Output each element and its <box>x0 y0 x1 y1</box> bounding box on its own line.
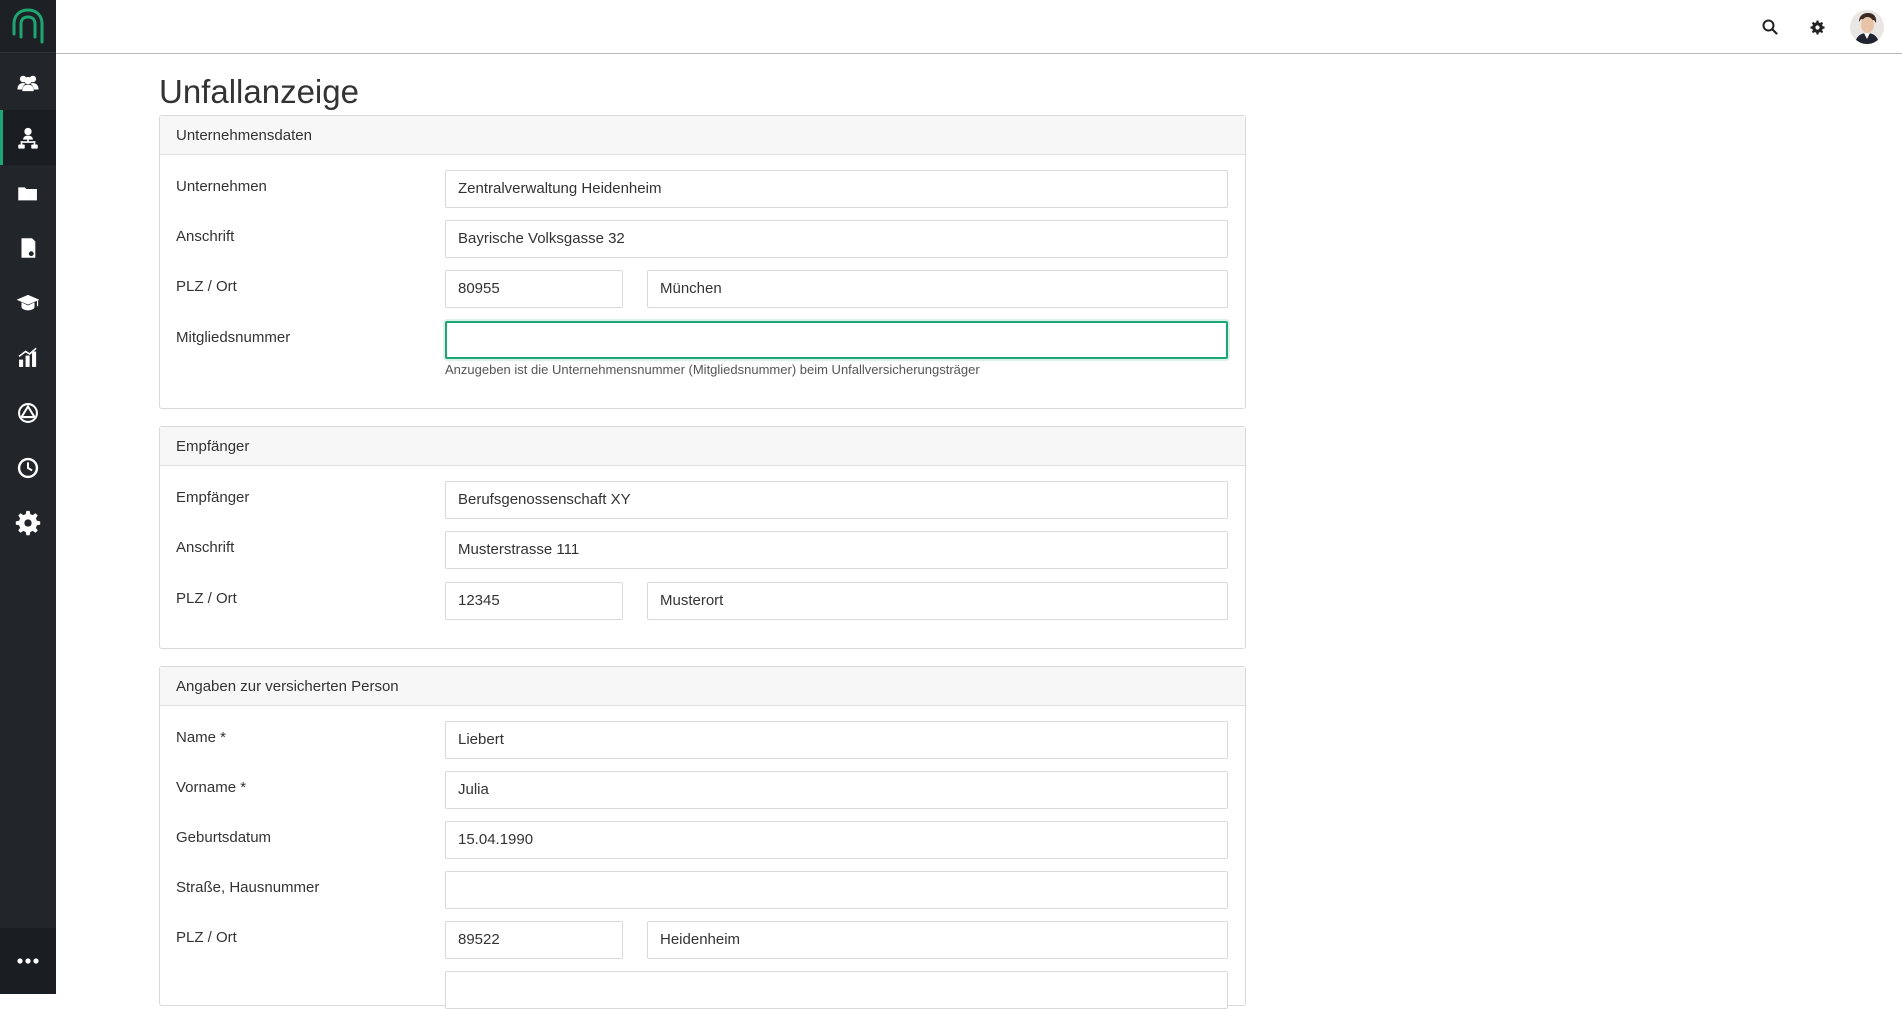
graduation-cap-icon <box>16 294 40 310</box>
folder-icon <box>18 186 37 200</box>
company-address-input[interactable] <box>445 220 1228 258</box>
sidebar-item-files[interactable] <box>0 165 56 220</box>
org-chart-icon <box>18 127 38 149</box>
sidebar-item-users[interactable] <box>0 55 56 110</box>
recipient-card: Empfänger Empfänger Anschrift PLZ / Ort <box>159 426 1246 649</box>
sidebar-item-org[interactable] <box>0 110 56 165</box>
recipient-address-input[interactable] <box>445 531 1228 569</box>
sidebar <box>0 0 56 994</box>
company-label: Unternehmen <box>176 178 267 195</box>
sidebar-item-reports[interactable] <box>0 330 56 385</box>
app-logo[interactable] <box>0 0 56 53</box>
member-number-help: Anzugeben ist die Unternehmensnummer (Mi… <box>445 362 980 377</box>
hazard-icon <box>18 402 38 423</box>
company-input[interactable] <box>445 170 1228 208</box>
birthdate-label: Geburtsdatum <box>176 829 272 846</box>
street-input[interactable] <box>445 871 1228 909</box>
street-row: Straße, Hausnummer <box>160 871 1247 909</box>
firstname-input[interactable] <box>445 771 1228 809</box>
user-avatar-icon <box>1850 10 1884 44</box>
company-zip-city-row: PLZ / Ort <box>160 270 1247 308</box>
person-zip-label: PLZ / Ort <box>176 929 237 946</box>
gear-icon <box>15 510 41 535</box>
gender-input[interactable] <box>445 971 1228 1009</box>
name-label: Name * <box>176 729 227 746</box>
recipient-address-label: Anschrift <box>176 539 235 556</box>
sidebar-item-documents[interactable] <box>0 220 56 275</box>
sidebar-item-history[interactable] <box>0 440 56 495</box>
company-city-input[interactable] <box>647 270 1228 308</box>
more-icon <box>17 958 39 964</box>
card-header: Empfänger <box>160 427 1245 466</box>
bar-chart-icon <box>18 347 37 367</box>
card-header: Angaben zur versicherten Person <box>160 667 1245 706</box>
sidebar-item-training[interactable] <box>0 275 56 330</box>
card-header: Unternehmensdaten <box>160 116 1245 155</box>
name-row: Name * <box>160 721 1247 759</box>
member-number-row: Mitgliedsnummer <box>160 321 1247 359</box>
street-label: Straße, Hausnummer <box>176 879 320 896</box>
recipient-input[interactable] <box>445 481 1228 519</box>
recipient-address-row: Anschrift <box>160 531 1247 569</box>
firstname-row: Vorname * <box>160 771 1247 809</box>
birthdate-input[interactable] <box>445 821 1228 859</box>
users-icon <box>17 75 39 91</box>
member-number-input[interactable] <box>445 321 1228 359</box>
company-row: Unternehmen <box>160 170 1247 208</box>
firstname-label: Vorname * <box>176 779 247 796</box>
gear-icon <box>1809 19 1825 35</box>
company-zip-input[interactable] <box>445 270 623 308</box>
recipient-label: Empfänger <box>176 489 250 506</box>
main-content: Unfallanzeige Unternehmensdaten Unterneh… <box>159 54 1246 1009</box>
insured-person-card: Angaben zur versicherten Person Name * V… <box>159 666 1247 1009</box>
avatar[interactable] <box>1850 10 1884 44</box>
settings-button[interactable] <box>1804 14 1830 40</box>
recipient-zip-city-row: PLZ / Ort <box>160 582 1247 620</box>
search-icon <box>1762 19 1778 35</box>
gender-row <box>160 971 1247 1009</box>
logo-icon <box>12 8 44 44</box>
person-zip-city-row: PLZ / Ort <box>160 921 1247 959</box>
recipient-zip-input[interactable] <box>445 582 623 620</box>
sidebar-item-settings[interactable] <box>0 495 56 550</box>
company-card: Unternehmensdaten Unternehmen Anschrift … <box>159 115 1246 409</box>
page-title: Unfallanzeige <box>159 73 359 110</box>
recipient-zip-label: PLZ / Ort <box>176 590 237 607</box>
document-search-icon <box>21 237 36 258</box>
company-zip-label: PLZ / Ort <box>176 278 237 295</box>
recipient-row: Empfänger <box>160 481 1247 519</box>
clock-icon <box>17 457 39 478</box>
person-zip-input[interactable] <box>445 921 623 959</box>
company-address-row: Anschrift <box>160 220 1247 258</box>
member-number-label: Mitgliedsnummer <box>176 329 291 346</box>
person-city-input[interactable] <box>647 921 1228 959</box>
top-bar <box>56 0 1902 54</box>
more-button[interactable] <box>0 928 56 994</box>
recipient-city-input[interactable] <box>647 582 1228 620</box>
company-address-label: Anschrift <box>176 228 235 245</box>
sidebar-item-hazards[interactable] <box>0 385 56 440</box>
birthdate-row: Geburtsdatum <box>160 821 1247 859</box>
name-input[interactable] <box>445 721 1228 759</box>
search-button[interactable] <box>1757 14 1783 40</box>
